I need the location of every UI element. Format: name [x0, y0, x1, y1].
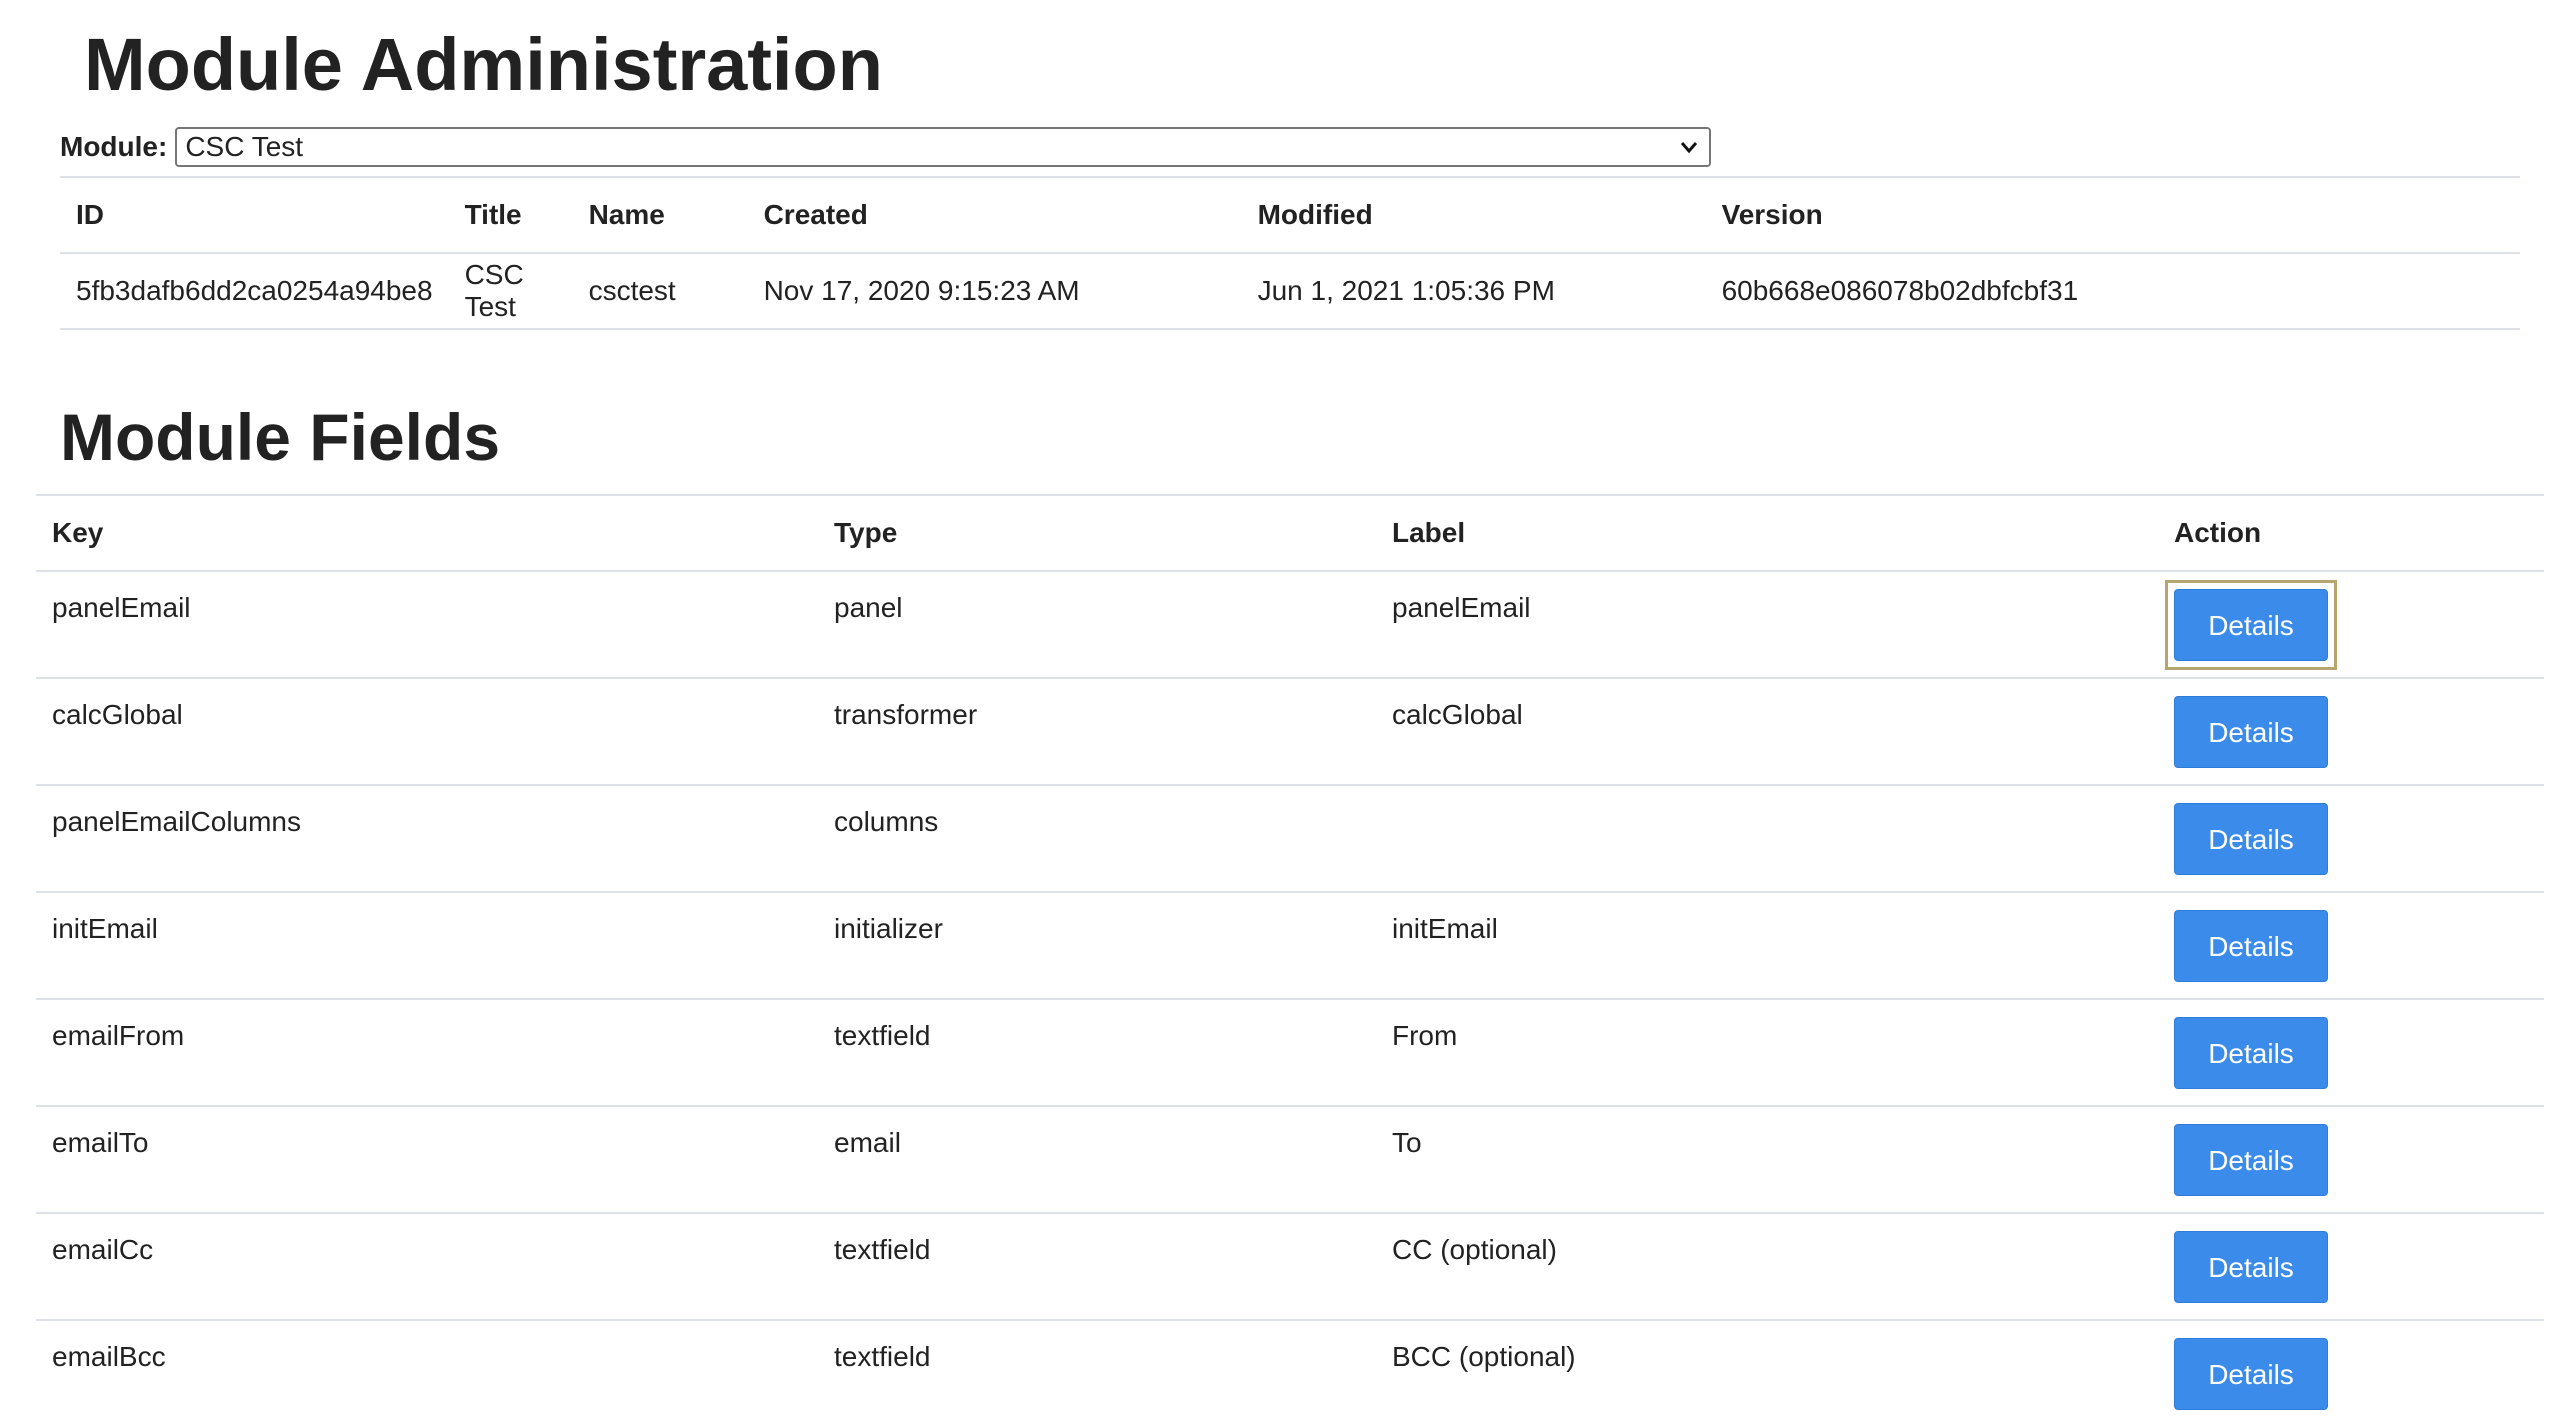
details-button[interactable]: Details [2174, 802, 2328, 875]
module-created: Nov 17, 2020 9:15:23 AM [747, 252, 1242, 330]
page-title: Module Administration [84, 23, 883, 106]
module-info-table: ID Title Name Created Modified Version 5… [60, 176, 2520, 330]
column-header-id: ID [60, 176, 449, 253]
column-header-version: Version [1705, 176, 2520, 253]
field-key: emailCc [36, 1212, 818, 1320]
module-id: 5fb3dafb6dd2ca0254a94be8 [60, 252, 449, 330]
column-header-name: Name [572, 176, 748, 253]
focus-ring: Details [2165, 579, 2337, 670]
module-selector-row: Module: CSC Test [60, 126, 1712, 168]
details-button[interactable]: Details [2174, 588, 2328, 661]
module-info-row: 5fb3dafb6dd2ca0254a94be8 CSC Test csctes… [60, 252, 2520, 330]
field-label: To [1376, 1105, 2158, 1213]
field-type: textfield [818, 998, 1376, 1106]
table-row: emailCc textfield CC (optional) Details [36, 1212, 2544, 1320]
field-type: initializer [818, 891, 1376, 999]
field-action-cell: Details [2158, 677, 2544, 785]
field-action-cell: Details [2158, 891, 2544, 999]
field-key: panelEmail [36, 570, 818, 678]
field-type: panel [818, 570, 1376, 678]
field-action-cell: Details [2158, 1319, 2544, 1420]
module-name: csctest [572, 252, 748, 330]
table-row: panelEmail panel panelEmail Details [36, 570, 2544, 678]
field-type: textfield [818, 1212, 1376, 1320]
details-button[interactable]: Details [2174, 1016, 2328, 1089]
field-action-cell: Details [2158, 998, 2544, 1106]
field-label: panelEmail [1376, 570, 2158, 678]
details-button[interactable]: Details [2174, 1337, 2328, 1410]
column-header-modified: Modified [1241, 176, 1706, 253]
field-key: emailBcc [36, 1319, 818, 1420]
fields-table-body: panelEmail panel panelEmail Details calcGlob… [36, 570, 2544, 1420]
module-select-value: CSC Test [185, 131, 304, 162]
field-type: columns [818, 784, 1376, 892]
details-button[interactable]: Details [2174, 1123, 2328, 1196]
module-select[interactable]: CSC Test [175, 127, 1712, 167]
module-version: 60b668e086078b02dbfcbf31 [1705, 252, 2520, 330]
field-label: initEmail [1376, 891, 2158, 999]
field-label: BCC (optional) [1376, 1319, 2158, 1420]
field-label: From [1376, 998, 2158, 1106]
field-action-cell: Details [2158, 570, 2544, 678]
details-button[interactable]: Details [2174, 1230, 2328, 1303]
table-row: panelEmailColumns columns Details [36, 784, 2544, 892]
table-row: emailTo email To Details [36, 1105, 2544, 1213]
field-type: transformer [818, 677, 1376, 785]
chevron-down-icon [1681, 142, 1698, 154]
module-modified: Jun 1, 2021 1:05:36 PM [1241, 252, 1706, 330]
column-header-label: Label [1376, 494, 2158, 571]
field-action-cell: Details [2158, 1105, 2544, 1213]
field-key: initEmail [36, 891, 818, 999]
field-key: emailFrom [36, 998, 818, 1106]
column-header-type: Type [818, 494, 1376, 571]
field-key: calcGlobal [36, 677, 818, 785]
details-button[interactable]: Details [2174, 909, 2328, 982]
field-label: calcGlobal [1376, 677, 2158, 785]
column-header-title: Title [448, 176, 573, 253]
module-fields-table: Key Type Label Action panelEmail panel pan… [36, 494, 2544, 1420]
column-header-key: Key [36, 494, 818, 571]
field-key: panelEmailColumns [36, 784, 818, 892]
table-row: calcGlobal transformer calcGlobal Details [36, 677, 2544, 785]
page: Module Administration Module: CSC Test I… [0, 0, 2576, 1420]
module-label: Module: [60, 131, 168, 162]
field-type: textfield [818, 1319, 1376, 1420]
field-action-cell: Details [2158, 784, 2544, 892]
column-header-action: Action [2158, 494, 2544, 571]
field-action-cell: Details [2158, 1212, 2544, 1320]
field-type: email [818, 1105, 1376, 1213]
table-row: emailBcc textfield BCC (optional) Details [36, 1319, 2544, 1420]
column-header-created: Created [747, 176, 1242, 253]
field-label: CC (optional) [1376, 1212, 2158, 1320]
field-label [1376, 784, 2158, 892]
table-row: initEmail initializer initEmail Details [36, 891, 2544, 999]
module-title: CSC Test [448, 252, 573, 330]
table-row: emailFrom textfield From Details [36, 998, 2544, 1106]
details-button[interactable]: Details [2174, 695, 2328, 768]
section-title: Module Fields [60, 400, 501, 474]
field-key: emailTo [36, 1105, 818, 1213]
